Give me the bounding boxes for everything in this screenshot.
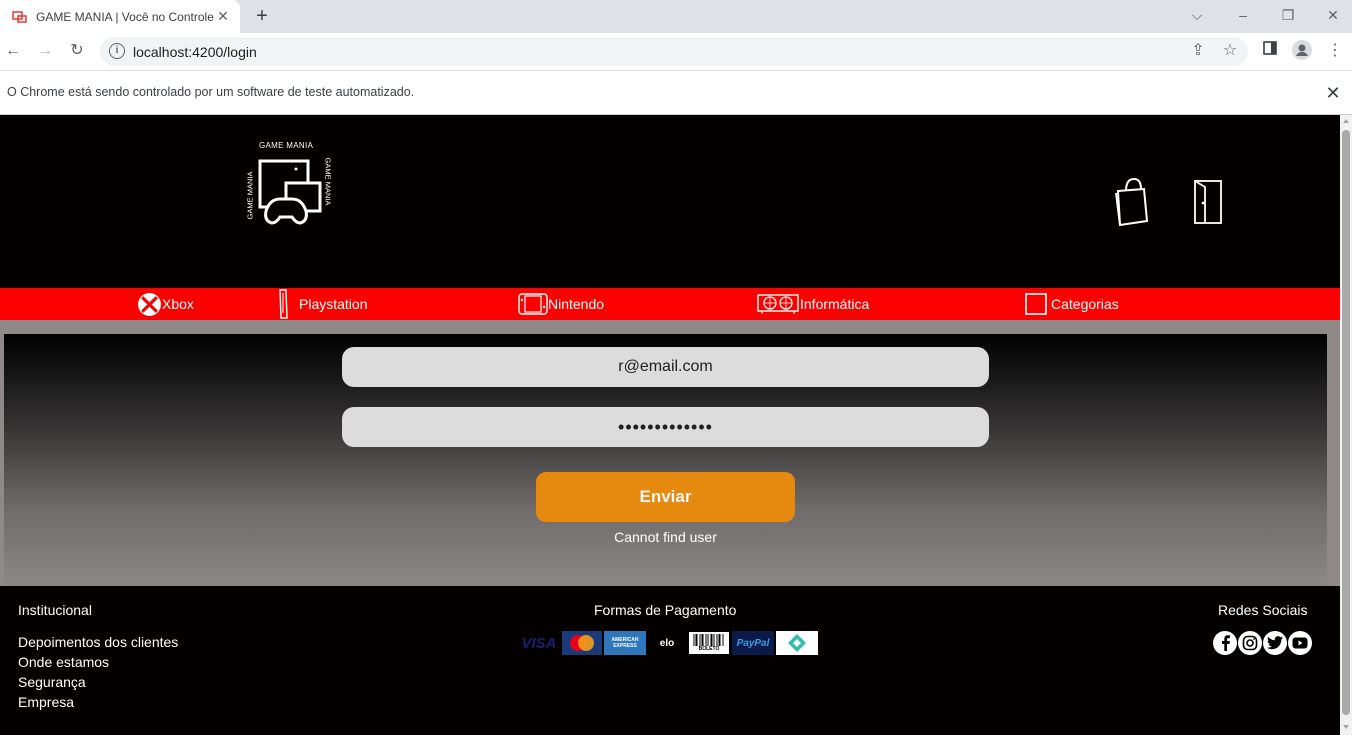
tab-favicon-icon [12, 10, 27, 23]
site-header: GAME MANIA GAME MANIA GAME MANIA [0, 115, 1340, 288]
elo-logo: elo [659, 637, 675, 649]
facebook-glyph [1222, 635, 1230, 651]
scroll-up-arrow-icon[interactable] [1343, 119, 1349, 123]
nav-item-label: Xbox [162, 296, 194, 312]
profile-avatar-icon[interactable] [1291, 40, 1313, 62]
password-value: ••••••••••••• [618, 416, 713, 437]
bookmark-star-icon[interactable]: ☆ [1219, 40, 1241, 62]
facebook-icon[interactable] [1213, 631, 1237, 655]
nav-item-xbox[interactable]: Xbox [137, 288, 194, 320]
amex-logo: AMERICAN EXPRESS [604, 631, 646, 655]
browser-toolbar: ← → ↻ i localhost:4200/login ⇪ ☆ ⋮ [0, 33, 1352, 70]
instagram-glyph [1242, 635, 1258, 651]
browser-tab[interactable]: GAME MANIA | Você no Controle ✕ [0, 0, 240, 33]
square-icon [1025, 293, 1047, 315]
login-door-icon[interactable] [1191, 179, 1225, 225]
pix-logo [776, 631, 818, 655]
visa-logo: VISA [521, 634, 557, 652]
chrome-menu-icon[interactable]: ⋮ [1324, 40, 1346, 62]
login-error-message: Cannot find user [614, 529, 717, 545]
address-url[interactable]: localhost:4200/login [133, 44, 257, 60]
nintendo-switch-icon [518, 293, 548, 315]
nav-item-label: Informática [800, 296, 870, 312]
content-top-border [0, 320, 1340, 334]
instagram-icon[interactable] [1238, 631, 1262, 655]
side-panel-icon[interactable] [1259, 40, 1281, 62]
minimize-icon[interactable]: – [1220, 3, 1266, 27]
new-tab-icon[interactable]: + [251, 5, 273, 27]
nav-item-label: Categorias [1051, 296, 1119, 312]
footer-link-onde-estamos[interactable]: Onde estamos [18, 654, 109, 670]
tab-title: GAME MANIA | Você no Controle [36, 9, 214, 24]
pix-icon [788, 634, 806, 652]
email-value: r@email.com [618, 358, 713, 375]
social-heading: Redes Sociais [1218, 602, 1308, 618]
profile-glyph [1292, 40, 1312, 60]
automation-infobar: O Chrome está sendo controlado por um so… [0, 70, 1352, 115]
category-navbar: Xbox Playstation Nintendo Informática Ca… [0, 288, 1340, 320]
submit-button[interactable]: Enviar [536, 472, 795, 522]
window-close-icon[interactable]: ✕ [1310, 3, 1352, 27]
share-icon[interactable]: ⇪ [1187, 40, 1209, 62]
logo-left-text: GAME MANIA [245, 171, 255, 220]
footer-link-empresa[interactable]: Empresa [18, 694, 74, 710]
page-viewport: GAME MANIA GAME MANIA GAME MANIA Xbox Pl… [0, 115, 1340, 735]
playstation-icon [279, 289, 288, 319]
nav-item-informatica[interactable]: Informática [756, 288, 869, 320]
page-scrollbar[interactable] [1340, 115, 1352, 735]
email-field[interactable]: r@email.com [342, 347, 989, 387]
youtube-icon[interactable] [1288, 631, 1312, 655]
browser-tabstrip: GAME MANIA | Você no Controle ✕ + ⌵ – ❐ … [0, 0, 1352, 33]
barcode-icon [693, 634, 724, 646]
payment-heading: Formas de Pagamento [594, 602, 737, 618]
logo-controller-icon [258, 159, 322, 225]
restore-icon[interactable]: ❐ [1265, 3, 1311, 27]
content-right-border [1327, 334, 1340, 586]
nav-item-label: Playstation [299, 296, 368, 312]
nav-item-label: Nintendo [548, 296, 605, 312]
mastercard-circles-icon [570, 635, 594, 651]
nav-item-nintendo[interactable]: Nintendo [518, 288, 604, 320]
boleto-logo: BOLETO [688, 631, 730, 655]
tab-search-icon[interactable]: ⌵ [1174, 3, 1220, 27]
logo-top-text: GAME MANIA [259, 141, 314, 150]
footer-link-seguranca[interactable]: Segurança [18, 674, 86, 690]
tab-close-icon[interactable]: ✕ [215, 8, 231, 24]
boleto-label: BOLETO [698, 646, 720, 652]
site-footer: Institucional Depoimentos dos clientes O… [0, 586, 1340, 735]
mastercard-logo [562, 631, 602, 655]
xbox-icon [138, 292, 161, 316]
infobar-text: O Chrome está sendo controlado por um so… [7, 85, 415, 99]
scroll-thumb[interactable] [1342, 130, 1350, 715]
payment-methods: VISA AMERICAN EXPRESS elo BOLETO PayPal [518, 630, 820, 656]
paypal-logo: PayPal [732, 631, 774, 655]
scroll-down-arrow-icon[interactable] [1343, 725, 1349, 729]
site-info-icon[interactable]: i [109, 43, 125, 59]
nav-item-categorias[interactable]: Categorias [1024, 288, 1119, 320]
reload-icon[interactable]: ↻ [66, 40, 88, 62]
password-field[interactable]: ••••••••••••• [342, 407, 989, 447]
youtube-glyph [1292, 637, 1308, 649]
infobar-close-icon[interactable]: ✕ [1324, 83, 1342, 104]
submit-button-label: Enviar [639, 487, 692, 506]
site-logo[interactable]: GAME MANIA GAME MANIA GAME MANIA [244, 141, 340, 235]
graphics-card-icon [757, 294, 799, 314]
footer-link-depoimentos[interactable]: Depoimentos dos clientes [18, 634, 178, 650]
back-icon[interactable]: ← [2, 40, 24, 62]
twitter-glyph [1267, 636, 1283, 650]
shopping-bag-icon[interactable] [1114, 175, 1150, 227]
forward-icon[interactable]: → [34, 40, 56, 62]
nav-item-playstation[interactable]: Playstation [277, 288, 367, 320]
address-bar[interactable]: i localhost:4200/login ⇪ ☆ [100, 37, 1248, 66]
twitter-icon[interactable] [1263, 631, 1287, 655]
institutional-heading: Institucional [18, 602, 92, 618]
login-form: r@email.com ••••••••••••• Enviar Cannot … [4, 334, 1327, 586]
side-panel-glyph [1263, 41, 1277, 55]
